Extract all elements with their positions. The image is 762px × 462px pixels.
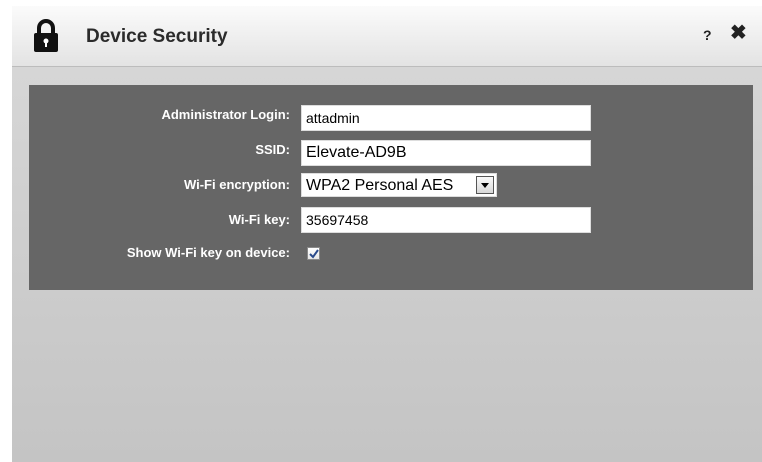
show-wifi-key-checkbox[interactable]	[307, 247, 320, 260]
device-security-dialog: Device Security ? ✖ Administrator Login:…	[12, 6, 762, 462]
show-wifi-key-label: Show Wi-Fi key on device:	[126, 245, 290, 260]
dialog-title: Device Security	[86, 26, 228, 47]
wifi-key-label: Wi-Fi key:	[228, 212, 290, 227]
security-settings-panel: Administrator Login: SSID: Wi-Fi encrypt…	[29, 85, 753, 290]
question-mark-icon[interactable]: ?	[703, 27, 712, 43]
wifi-key-input[interactable]	[301, 207, 591, 233]
chevron-down-icon[interactable]	[476, 176, 494, 194]
admin-login-input[interactable]	[301, 105, 591, 131]
wifi-encryption-select[interactable]: WPA2 Personal AES	[301, 173, 497, 197]
admin-login-label: Administrator Login:	[161, 107, 290, 122]
dialog-titlebar: Device Security ? ✖	[12, 6, 762, 67]
ssid-label: SSID:	[255, 142, 290, 157]
checkmark-icon	[309, 249, 319, 259]
close-icon[interactable]: ✖	[730, 23, 747, 43]
wifi-encryption-label: Wi-Fi encryption:	[183, 177, 290, 192]
ssid-input[interactable]	[301, 140, 591, 166]
wifi-encryption-value: WPA2 Personal AES	[306, 177, 454, 194]
lock-icon	[32, 19, 60, 53]
